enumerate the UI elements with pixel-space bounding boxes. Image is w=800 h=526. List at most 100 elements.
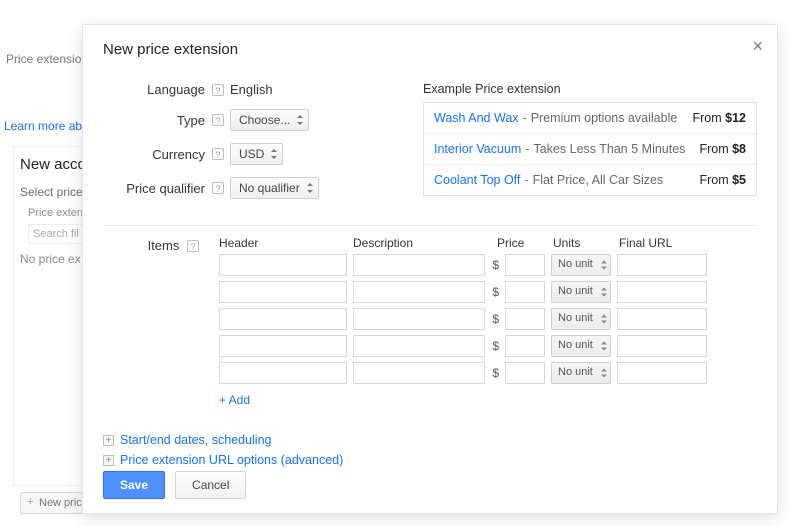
item-units-value: No unit — [558, 285, 593, 297]
add-item-link[interactable]: + Add — [219, 393, 250, 407]
url-options-expander-label: Price extension URL options (advanced) — [120, 453, 343, 467]
language-label: Language — [103, 82, 209, 97]
item-header-input[interactable] — [219, 254, 347, 276]
sort-icon — [601, 369, 607, 378]
cancel-button[interactable]: Cancel — [175, 471, 246, 499]
example-dash: - — [523, 111, 527, 125]
modal-footer: Save Cancel — [103, 471, 246, 499]
item-final-url-input[interactable] — [617, 308, 707, 330]
item-price-input[interactable] — [505, 362, 545, 384]
item-units-select[interactable]: No unit — [551, 308, 611, 330]
item-units-value: No unit — [558, 366, 593, 378]
help-icon[interactable]: ? — [212, 114, 224, 126]
item-header-input[interactable] — [219, 362, 347, 384]
sort-icon — [601, 288, 607, 297]
item-description-input[interactable] — [353, 254, 485, 276]
modal-title: New price extension — [103, 41, 757, 58]
sort-icon — [297, 115, 304, 125]
type-select[interactable]: Choose... — [230, 109, 309, 131]
bg-no-price-text: No price ex — [20, 252, 81, 266]
items-section-label: Items ? — [103, 236, 209, 407]
dollar-sign: $ — [491, 285, 499, 299]
example-desc: Premium options available — [531, 111, 678, 125]
example-desc: Takes Less Than 5 Minutes — [533, 142, 685, 156]
item-units-select[interactable]: No unit — [551, 335, 611, 357]
sort-icon — [601, 342, 607, 351]
bg-search-input[interactable]: Search fil — [28, 224, 88, 244]
item-units-value: No unit — [558, 339, 593, 351]
help-icon[interactable]: ? — [187, 240, 199, 252]
form-column: Language ? English Type ? Choose... Curr… — [103, 82, 403, 211]
col-header-final-url: Final URL — [619, 236, 757, 250]
example-dash: - — [525, 142, 529, 156]
item-row: $No unit — [219, 362, 757, 384]
example-price: From $8 — [699, 142, 746, 156]
item-units-select[interactable]: No unit — [551, 362, 611, 384]
example-desc: Flat Price, All Car Sizes — [533, 173, 664, 187]
scheduling-expander-label: Start/end dates, scheduling — [120, 433, 272, 447]
item-price-input[interactable] — [505, 281, 545, 303]
example-column: Example Price extension Wash And Wax - P… — [423, 82, 757, 211]
item-header-input[interactable] — [219, 335, 347, 357]
item-final-url-input[interactable] — [617, 281, 707, 303]
plus-box-icon: + — [103, 435, 114, 446]
item-header-input[interactable] — [219, 308, 347, 330]
example-row: Wash And Wax - Premium options available… — [424, 103, 756, 134]
help-icon[interactable]: ? — [212, 148, 224, 160]
plus-box-icon: + — [103, 455, 114, 466]
bg-price-ext-label: Price extension — [6, 52, 88, 66]
language-value: English — [230, 82, 273, 97]
col-header-price: Price — [497, 236, 547, 250]
example-row: Coolant Top Off - Flat Price, All Car Si… — [424, 165, 756, 195]
item-final-url-input[interactable] — [617, 335, 707, 357]
dollar-sign: $ — [491, 339, 499, 353]
item-units-value: No unit — [558, 258, 593, 270]
save-button[interactable]: Save — [103, 471, 165, 499]
col-header-header: Header — [219, 236, 347, 250]
help-icon[interactable]: ? — [212, 182, 224, 194]
item-description-input[interactable] — [353, 335, 485, 357]
dollar-sign: $ — [491, 312, 499, 326]
type-select-value: Choose... — [239, 113, 290, 127]
item-units-select[interactable]: No unit — [551, 281, 611, 303]
item-price-input[interactable] — [505, 308, 545, 330]
example-link[interactable]: Coolant Top Off — [434, 173, 520, 187]
item-row: $ No unit — [219, 308, 757, 330]
item-description-input[interactable] — [353, 281, 485, 303]
sort-icon — [601, 315, 607, 324]
url-options-expander[interactable]: + Price extension URL options (advanced) — [103, 453, 757, 467]
new-price-extension-modal: × New price extension Language ? English… — [82, 24, 778, 514]
item-final-url-input[interactable] — [617, 254, 707, 276]
example-dash: - — [524, 173, 528, 187]
example-link[interactable]: Wash And Wax — [434, 111, 519, 125]
dollar-sign: $ — [491, 258, 499, 272]
currency-select-value: USD — [239, 147, 264, 161]
sort-icon — [601, 261, 607, 270]
item-final-url-input[interactable] — [617, 362, 707, 384]
item-header-input[interactable] — [219, 281, 347, 303]
item-description-input[interactable] — [353, 362, 485, 384]
items-column-headers: Header Description Price Units Final URL — [219, 236, 757, 250]
col-header-description: Description — [353, 236, 485, 250]
bg-price-ext-small: Price extens — [28, 207, 89, 219]
sort-icon — [271, 149, 278, 159]
currency-select[interactable]: USD — [230, 143, 283, 165]
sort-icon — [307, 183, 314, 193]
item-row: $ No unit — [219, 254, 757, 276]
currency-label: Currency — [103, 147, 209, 162]
example-heading: Example Price extension — [423, 82, 757, 96]
price-qualifier-select[interactable]: No qualifier — [230, 177, 319, 199]
price-qualifier-value: No qualifier — [239, 181, 300, 195]
divider — [103, 225, 757, 226]
item-description-input[interactable] — [353, 308, 485, 330]
item-units-select[interactable]: No unit — [551, 254, 611, 276]
item-price-input[interactable] — [505, 254, 545, 276]
help-icon[interactable]: ? — [212, 84, 224, 96]
scheduling-expander[interactable]: + Start/end dates, scheduling — [103, 433, 757, 447]
example-box: Wash And Wax - Premium options available… — [423, 102, 757, 196]
example-price: From $12 — [693, 111, 747, 125]
close-icon[interactable]: × — [752, 37, 763, 55]
col-header-units: Units — [553, 236, 613, 250]
example-link[interactable]: Interior Vacuum — [434, 142, 521, 156]
item-price-input[interactable] — [505, 335, 545, 357]
